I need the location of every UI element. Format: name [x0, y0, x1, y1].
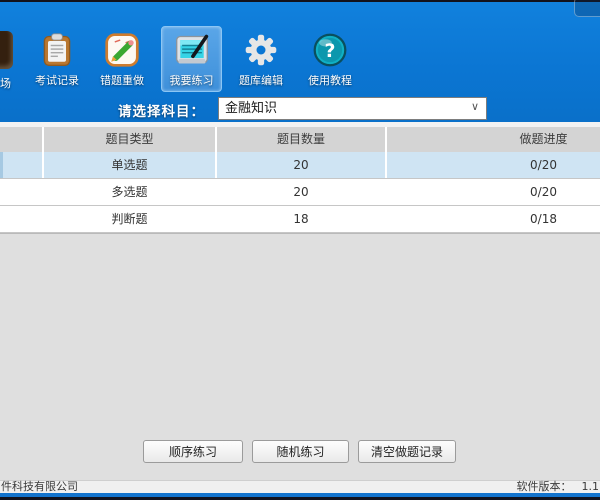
version-label: 软件版本：: [517, 480, 572, 493]
gear-icon: [243, 32, 279, 68]
toolbar-item-exam-records[interactable]: 考试记录: [27, 26, 87, 92]
toolbar-item-label: 考试记录: [35, 72, 79, 88]
subject-select-label: 请选择科目：: [118, 100, 218, 120]
content-area: 顺序练习 随机练习 清空做题记录: [0, 234, 600, 480]
toolbar-item-redo-wrong[interactable]: 错题重做: [92, 26, 152, 92]
toolbar-item-label: 我要练习: [170, 72, 214, 88]
notebook-pen-icon: [174, 32, 210, 68]
pencil-redo-icon: [104, 32, 140, 68]
row-progress: 0/20: [385, 179, 600, 205]
help-icon: ?: [312, 32, 348, 68]
toolbar-item-label: 题库编辑: [239, 72, 283, 88]
row-type: 判断题: [42, 206, 215, 232]
chevron-down-icon: ∨: [471, 100, 479, 113]
version-value: 1.1: [582, 480, 600, 493]
subject-dropdown[interactable]: 金融知识 ∨: [218, 97, 487, 120]
table-row-multi-choice[interactable]: 多选题 20 0/20: [0, 179, 600, 206]
table-row-true-false[interactable]: 判断题 18 0/18: [0, 206, 600, 233]
row-count: 20: [215, 179, 385, 205]
clear-records-button[interactable]: 清空做题记录: [358, 440, 456, 463]
random-practice-button[interactable]: 随机练习: [252, 440, 349, 463]
toolbar: 场 考试记录 错题重做: [0, 2, 600, 122]
table-header-progress: 做题进度: [385, 127, 600, 152]
sequential-practice-button[interactable]: 顺序练习: [143, 440, 243, 463]
toolbar-item-practice[interactable]: 我要练习: [161, 26, 222, 92]
software-version: 软件版本： 1.1: [517, 478, 600, 494]
toolbar-item-tutorial[interactable]: ? 使用教程: [300, 26, 360, 92]
table-header-empty: [0, 127, 42, 152]
toolbar-item-label: 使用教程: [308, 72, 352, 88]
row-progress: 0/18: [385, 206, 600, 232]
window-control-partial-button[interactable]: [574, 0, 600, 17]
toolbar-item-label: 错题重做: [100, 72, 144, 88]
row-progress: 0/20: [385, 152, 600, 178]
table-row-single-choice[interactable]: 单选题 20 0/20: [0, 152, 600, 179]
table-header-count: 题目数量: [215, 127, 385, 152]
status-bar: 件科技有限公司 软件版本： 1.1: [0, 480, 600, 493]
table-header-type: 题目类型: [42, 127, 215, 152]
svg-text:?: ?: [325, 40, 336, 62]
company-name-text: 件科技有限公司: [1, 478, 78, 494]
toolbar-item-exam-hall-label[interactable]: 场: [0, 75, 11, 91]
row-count: 20: [215, 152, 385, 178]
subject-dropdown-value: 金融知识: [225, 98, 277, 119]
question-type-table: 题目类型 题目数量 做题进度 单选题 20 0/20 多选题 20 0/20 判…: [0, 127, 600, 234]
row-count: 18: [215, 206, 385, 232]
app-window: 场 考试记录 错题重做: [0, 0, 600, 500]
clipboard-icon: [39, 32, 75, 68]
table-header-row: 题目类型 题目数量 做题进度: [0, 127, 600, 152]
row-type: 单选题: [42, 152, 215, 178]
toolbar-item-bank-edit[interactable]: 题库编辑: [231, 26, 291, 92]
row-type: 多选题: [42, 179, 215, 205]
exam-hall-icon[interactable]: [0, 31, 13, 69]
